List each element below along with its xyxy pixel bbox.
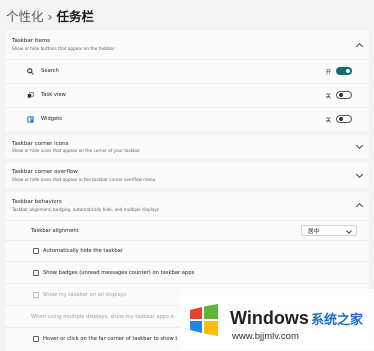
watermark-brand: Windows <box>230 308 309 328</box>
chevron-up-icon[interactable] <box>355 42 364 51</box>
widgets-state: 关 <box>325 118 331 124</box>
taskbar-item-widgets: Widgets 关 <box>5 107 369 132</box>
chevron-down-icon[interactable] <box>355 141 364 150</box>
chevron-down-icon[interactable] <box>355 170 364 179</box>
widgets-icon <box>27 116 34 123</box>
behaviors-subtitle: Taskbar alignment, badging, automaticall… <box>12 207 160 212</box>
auto-hide-checkbox[interactable] <box>33 248 39 254</box>
chevron-up-icon[interactable] <box>355 202 364 211</box>
taskbar-items-header[interactable]: Taskbar items Show or hide buttons that … <box>5 31 369 61</box>
alignment-select[interactable]: 居中 <box>301 225 357 236</box>
watermark: Windows 系统之家 www.bjjmlv.com <box>180 289 374 350</box>
all-displays-checkbox[interactable] <box>33 292 39 298</box>
taskbar-items-subtitle: Show or hide buttons that appear on the … <box>12 46 115 51</box>
taskbar-item-search: Search 开 <box>5 59 369 84</box>
breadcrumb: 个性化 › 任务栏 <box>6 6 94 25</box>
search-state: 开 <box>325 70 331 76</box>
search-label: Search <box>41 68 59 74</box>
badges-checkbox[interactable] <box>33 270 39 276</box>
taskbar-corner-overflow[interactable]: Taskbar corner overflow Show or hide ico… <box>5 163 369 188</box>
watermark-brand-cn: 系统之家 <box>311 313 364 328</box>
breadcrumb-parent[interactable]: 个性化 <box>6 9 44 24</box>
search-icon <box>27 68 34 75</box>
badges-label: Show badges (unread messages counter) on… <box>43 270 195 276</box>
page-title: 任务栏 <box>56 9 95 24</box>
behaviors-title: Taskbar behaviors <box>12 199 62 205</box>
watermark-url: www.bjjmlv.com <box>232 331 299 342</box>
taskbar-item-task-view: Task view 关 <box>5 83 369 108</box>
corner-icons-subtitle: Show or hide icons that appear on the co… <box>12 148 141 153</box>
taskbar-alignment-row: Taskbar alignment 居中 <box>5 220 369 241</box>
widgets-label: Widgets <box>41 116 62 122</box>
breadcrumb-separator: › <box>47 9 53 24</box>
taskbar-corner-icons[interactable]: Taskbar corner icons Show or hide icons … <box>5 135 369 159</box>
task-view-icon <box>27 92 34 98</box>
corner-overflow-subtitle: Show or hide icons that appear in the ta… <box>12 177 156 182</box>
taskbar-behaviors-header[interactable]: Taskbar behaviors Taskbar alignment, bad… <box>5 192 369 220</box>
widgets-toggle[interactable] <box>336 115 352 123</box>
taskbar-items-title: Taskbar items <box>12 38 51 44</box>
alignment-label: Taskbar alignment <box>31 228 79 234</box>
all-displays-label: Show my taskbar on all displays <box>43 292 127 298</box>
alignment-value: 居中 <box>308 229 320 235</box>
task-view-state: 关 <box>325 94 331 100</box>
badges-row: Show badges (unread messages counter) on… <box>5 261 369 284</box>
corner-icons-title: Taskbar corner icons <box>12 141 69 147</box>
corner-overflow-title: Taskbar corner overflow <box>12 169 78 175</box>
chevron-down-icon <box>346 228 352 234</box>
multi-display-label: When using multiple displays, show my ta… <box>31 314 174 320</box>
auto-hide-label: Automatically hide the taskbar <box>43 248 123 254</box>
task-view-label: Task view <box>41 92 66 98</box>
windows-logo-icon <box>190 304 218 336</box>
hover-corner-label: Hover or click on the far corner of task… <box>43 336 178 342</box>
task-view-toggle[interactable] <box>336 91 352 99</box>
hover-corner-checkbox[interactable] <box>33 336 39 342</box>
search-toggle[interactable] <box>336 67 352 75</box>
auto-hide-row: Automatically hide the taskbar <box>5 240 369 262</box>
